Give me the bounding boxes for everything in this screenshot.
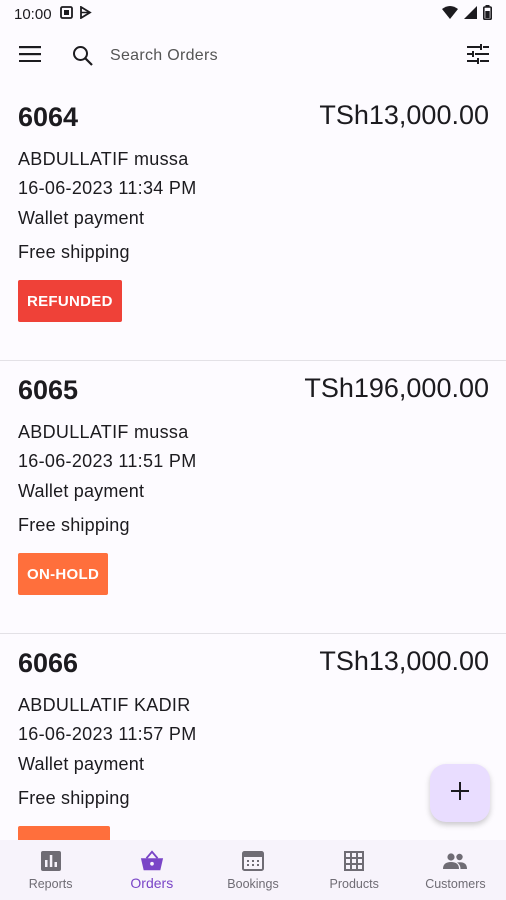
- nav-item-bookings[interactable]: Bookings: [202, 840, 303, 900]
- filter-button[interactable]: [450, 30, 506, 82]
- search-icon: [70, 43, 96, 69]
- order-datetime: 16-06-2023 11:34 PM: [18, 178, 197, 198]
- plus-icon: [451, 781, 469, 805]
- people-icon: [443, 849, 468, 873]
- customer-name: ABDULLATIF mussa: [18, 422, 189, 442]
- status-bar: 10:00: [0, 0, 506, 28]
- menu-button[interactable]: [0, 30, 60, 82]
- status-time: 10:00: [14, 5, 52, 23]
- shipping-method: Free shipping: [18, 515, 130, 535]
- nav-item-products[interactable]: Products: [304, 840, 405, 900]
- calendar-icon: [241, 849, 265, 873]
- hamburger-menu-icon: [19, 45, 41, 67]
- order-number: 6064: [18, 102, 79, 132]
- tune-filter-icon: [467, 43, 489, 69]
- order-datetime: 16-06-2023 11:51 PM: [18, 451, 197, 471]
- order-total: TSh13,000.00: [319, 646, 489, 676]
- order-total: TSh13,000.00: [319, 100, 489, 130]
- nav-label: Reports: [28, 877, 73, 891]
- payment-method: Wallet payment: [18, 754, 145, 774]
- order-total: TSh196,000.00: [304, 373, 489, 403]
- search-bar: [0, 30, 506, 82]
- customer-name: ABDULLATIF KADIR: [18, 695, 191, 715]
- status-badge: ON-HOLD: [18, 553, 109, 595]
- search-input[interactable]: [110, 47, 410, 65]
- wifi-icon: [442, 5, 458, 23]
- customer-name: ABDULLATIF mussa: [18, 149, 189, 169]
- gallery-icon: [59, 5, 73, 23]
- play-store-icon: [79, 4, 92, 23]
- nav-item-customers[interactable]: Customers: [405, 840, 506, 900]
- bottom-nav: Reports Orders Bookings Products Custome…: [0, 840, 506, 900]
- nav-label: Products: [329, 877, 379, 891]
- basket-icon: [140, 849, 164, 873]
- payment-method: Wallet payment: [18, 208, 145, 228]
- search-field[interactable]: [60, 34, 450, 78]
- order-card[interactable]: 6065 TSh196,000.00 ABDULLATIF mussa 16-0…: [0, 361, 506, 634]
- bar-chart-icon: [39, 849, 63, 873]
- orders-list: 6064 TSh13,000.00 ABDULLATIF mussa 16-06…: [0, 88, 506, 840]
- grid-icon: [342, 849, 366, 873]
- order-number: 6066: [18, 648, 79, 678]
- order-datetime: 16-06-2023 11:57 PM: [18, 724, 197, 744]
- order-card[interactable]: 6064 TSh13,000.00 ABDULLATIF mussa 16-06…: [0, 88, 506, 361]
- nav-item-orders[interactable]: Orders: [101, 840, 202, 900]
- nav-item-reports[interactable]: Reports: [0, 840, 101, 900]
- status-badge: REFUNDED: [18, 280, 122, 322]
- order-number: 6065: [18, 375, 79, 405]
- shipping-method: Free shipping: [18, 788, 130, 808]
- nav-label: Customers: [425, 877, 486, 891]
- battery-icon: [483, 4, 493, 24]
- nav-label: Orders: [130, 875, 174, 891]
- add-order-button[interactable]: [430, 764, 490, 822]
- payment-method: Wallet payment: [18, 481, 145, 501]
- signal-icon: [464, 5, 477, 23]
- shipping-method: Free shipping: [18, 242, 130, 262]
- nav-label: Bookings: [227, 877, 279, 891]
- status-badge: [18, 826, 110, 840]
